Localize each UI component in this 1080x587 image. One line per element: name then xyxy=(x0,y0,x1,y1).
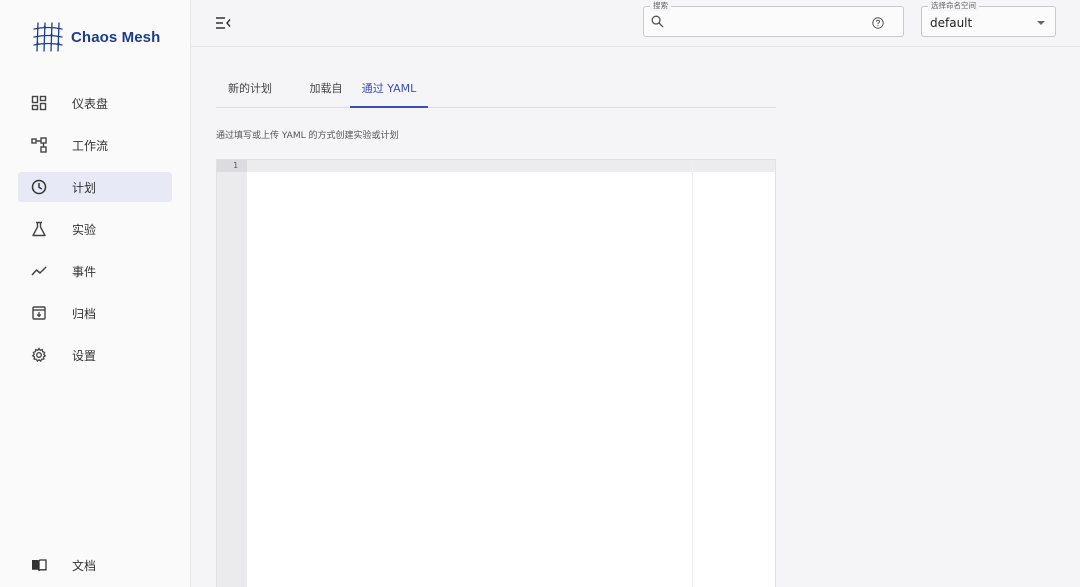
sidebar-item-label: 计划 xyxy=(72,180,97,195)
sidebar-item-dashboard[interactable]: 仪表盘 xyxy=(18,88,172,118)
search-input[interactable] xyxy=(670,13,860,31)
namespace-legend: 选择命名空间 xyxy=(928,1,979,11)
flask-icon xyxy=(32,221,46,237)
caret-down-icon xyxy=(1037,21,1045,25)
sidebar-item-schedules[interactable]: 计划 xyxy=(18,172,172,202)
print-margin xyxy=(692,160,693,587)
tab-by-yaml[interactable]: 通过 YAML xyxy=(350,76,428,107)
tab-indicator xyxy=(350,106,428,108)
yaml-editor[interactable]: 1 xyxy=(216,159,776,587)
brand-name: Chaos Mesh xyxy=(71,28,161,46)
search-field[interactable]: 搜索 xyxy=(643,1,904,37)
search-legend: 搜索 xyxy=(650,1,671,11)
sidebar-item-settings[interactable]: 设置 xyxy=(18,340,172,370)
line-number: 1 xyxy=(233,161,238,170)
gear-icon xyxy=(31,347,47,363)
top-bar: 搜索 选择命名空间 default xyxy=(191,0,1080,47)
sidebar-item-workflow[interactable]: 工作流 xyxy=(18,130,172,160)
sidebar-item-label: 实验 xyxy=(72,222,97,237)
search-icon xyxy=(651,15,664,28)
menu-collapse-icon[interactable] xyxy=(215,16,231,30)
clock-icon xyxy=(31,179,47,195)
sidebar-item-label: 仪表盘 xyxy=(72,96,109,111)
brand[interactable]: Chaos Mesh xyxy=(32,21,160,53)
gutter-active-line xyxy=(217,160,247,172)
sidebar-item-label: 事件 xyxy=(72,264,97,279)
tab-new-schedule[interactable]: 新的计划 xyxy=(216,76,296,107)
help-icon[interactable] xyxy=(872,17,884,29)
sidebar: Chaos Mesh 仪表盘 工作流 计划 实验 事件 归档 设置 文档 xyxy=(0,0,191,587)
sidebar-item-label: 归档 xyxy=(72,306,97,321)
tab-bar: 新的计划 加载自 通过 YAML xyxy=(216,76,776,108)
dashboard-icon xyxy=(31,95,47,111)
trend-icon xyxy=(31,266,47,276)
sidebar-item-label: 文档 xyxy=(72,558,97,573)
sidebar-item-docs[interactable]: 文档 xyxy=(18,550,172,580)
sidebar-item-label: 设置 xyxy=(72,348,97,363)
sidebar-item-label: 工作流 xyxy=(72,138,109,153)
sidebar-item-archives[interactable]: 归档 xyxy=(18,298,172,328)
sidebar-item-experiments[interactable]: 实验 xyxy=(18,214,172,244)
workflow-icon xyxy=(31,137,47,153)
namespace-select[interactable]: 选择命名空间 default xyxy=(921,1,1056,37)
page-description: 通过填写或上传 YAML 的方式创建实验或计划 xyxy=(216,131,399,141)
chaos-mesh-logo-icon xyxy=(33,22,63,52)
archive-icon xyxy=(32,306,46,320)
editor-gutter: 1 xyxy=(217,160,247,587)
editor-active-line[interactable] xyxy=(247,160,775,172)
sidebar-item-events[interactable]: 事件 xyxy=(18,256,172,286)
book-icon xyxy=(32,559,47,572)
namespace-value: default xyxy=(930,16,973,30)
